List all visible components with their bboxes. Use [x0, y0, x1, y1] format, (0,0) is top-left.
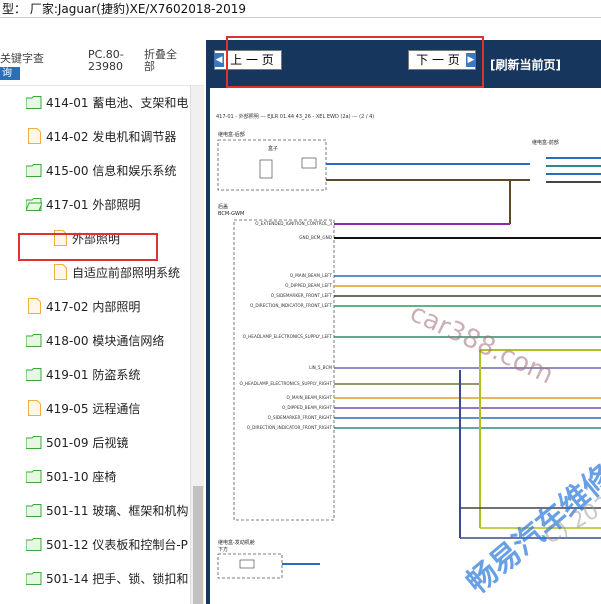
folder-icon — [26, 436, 42, 449]
wiring-diagram: 417-01 - 外部照明 --- EJLR 01.44 43_26 - XEL… — [216, 113, 601, 579]
tree-item-label: 417-01 外部照明 — [46, 198, 141, 212]
left-panel: 关键字查 询 PC.80-23980 折叠全部 414-01 蓄电池、支架和电 … — [0, 40, 204, 604]
fuse-symbol — [301, 157, 317, 169]
left-tab-bar: 关键字查 询 PC.80-23980 折叠全部 — [0, 40, 204, 86]
tab-keyword-search-selected[interactable]: 询 — [0, 67, 20, 80]
signal-label: LIN_5_BCM — [309, 365, 332, 370]
engine-box — [217, 553, 283, 579]
tab-pc-code[interactable]: PC.80-23980 — [88, 49, 134, 73]
left-arrow-icon: ◀ — [214, 53, 224, 67]
diagram-header: 417-01 - 外部照明 --- EJLR 01.44 43_26 - XEL… — [216, 113, 374, 120]
signal-label: O_DIRECTION_INDICATOR_FRONT_LEFT — [250, 303, 333, 308]
engine-box-sub: 下方 — [218, 546, 228, 553]
folder-icon — [26, 334, 42, 347]
signal-label: O_MAIN_BEAM_RIGHT — [286, 395, 332, 400]
document-icon — [28, 298, 41, 314]
bcm-title: 后盖 — [218, 203, 228, 210]
signal-label: O_SIDEMARKER_FRONT_LEFT — [271, 293, 333, 298]
bcm-sub: BCM-GWM — [218, 211, 244, 217]
tree-item-label: 501-10 座椅 — [46, 470, 117, 484]
tree-item-label: 414-01 蓄电池、支架和电 — [46, 96, 189, 110]
signal-label: O_EXTENDED_IGNITION_CONTROL_3 — [255, 221, 332, 226]
wiring-diagram-page: 417-01 - 外部照明 --- EJLR 01.44 43_26 - XEL… — [210, 88, 601, 604]
fuse-symbol — [239, 559, 255, 569]
selection-annotation-box — [18, 233, 158, 261]
signal-label: GND_BCM_GND — [299, 235, 332, 240]
bcm-box — [233, 219, 335, 521]
folder-icon — [26, 368, 42, 381]
manual-tree: 414-01 蓄电池、支架和电 414-02 发电机和调节器 415-00 信息… — [0, 86, 190, 604]
folder-icon — [26, 572, 42, 585]
tree-item-label: 501-14 把手、锁、锁扣和 — [46, 572, 189, 586]
nav-annotation-box — [226, 36, 484, 88]
signal-label: O_DIPPED_BEAM_RIGHT — [282, 405, 332, 410]
open-folder-icon — [26, 198, 42, 211]
signal-label: O_SIDEMARKER_FRONT_RIGHT — [268, 415, 333, 420]
refresh-page-link[interactable]: [刷新当前页] — [490, 56, 561, 73]
tree-item-label: 417-02 内部照明 — [46, 300, 141, 314]
document-icon — [28, 128, 41, 144]
folder-icon — [26, 96, 42, 109]
signal-label: O_MAIN_BEAM_LEFT — [290, 273, 333, 278]
tree-item-label: 418-00 模块通信网络 — [46, 334, 165, 348]
tree-item-label: 501-09 后视镜 — [46, 436, 129, 450]
folder-icon — [26, 504, 42, 517]
window-title: 型： 厂家:Jaguar(捷豹)XE/X7602018-2019 — [0, 0, 601, 18]
tree-item-label: 501-12 仪表板和控制台-P — [46, 538, 188, 552]
signal-labels: O_EXTENDED_IGNITION_CONTROL_3 GND_BCM_GN… — [240, 221, 333, 430]
signal-label: O_HEADLAMP_ELECTRONICS_SUPPLY_LEFT — [243, 334, 333, 339]
tree-item-label: 414-02 发电机和调节器 — [46, 130, 177, 144]
relay-box-rear-title: 继电盒-后部 — [218, 131, 245, 138]
tree-item-label: 501-11 玻璃、框架和机构 — [46, 504, 189, 518]
tree-scrollbar[interactable] — [190, 86, 204, 604]
tree-item-label: 419-01 防盗系统 — [46, 368, 141, 382]
relay-box-rear-sub: 盒子 — [268, 145, 278, 152]
relay-box-front-title: 继电盒-前部 — [532, 139, 559, 146]
document-viewer: ◀ 上 一 页 下 一 页 ▶ [刷新当前页] 417-01 - 外部照明 --… — [206, 36, 601, 604]
folder-icon — [26, 164, 42, 177]
viewer-toolbar: ◀ 上 一 页 下 一 页 ▶ [刷新当前页] — [206, 36, 601, 88]
tab-keyword-search[interactable]: 关键字查 — [0, 53, 58, 65]
document-icon — [28, 400, 41, 416]
folder-icon — [26, 470, 42, 483]
tree-item-label: 415-00 信息和娱乐系统 — [46, 164, 177, 178]
document-icon — [54, 264, 67, 280]
folder-icon — [26, 538, 42, 551]
engine-box-title: 继电盒-发动机舱 — [218, 539, 255, 546]
signal-label: O_DIRECTION_INDICATOR_FRONT_RIGHT — [247, 425, 333, 430]
collapse-all-button[interactable]: 折叠全部 — [144, 49, 186, 73]
tree-item-label: 自适应前部照明系统 — [72, 266, 181, 280]
tree-item-label: 419-05 远程通信 — [46, 402, 141, 416]
scrollbar-thumb[interactable] — [193, 486, 203, 604]
relay-symbol — [259, 159, 273, 179]
signal-label: O_DIPPED_BEAM_LEFT — [285, 283, 332, 288]
signal-label: O_HEADLAMP_ELECTRONICS_SUPPLY_RIGHT — [240, 381, 333, 386]
